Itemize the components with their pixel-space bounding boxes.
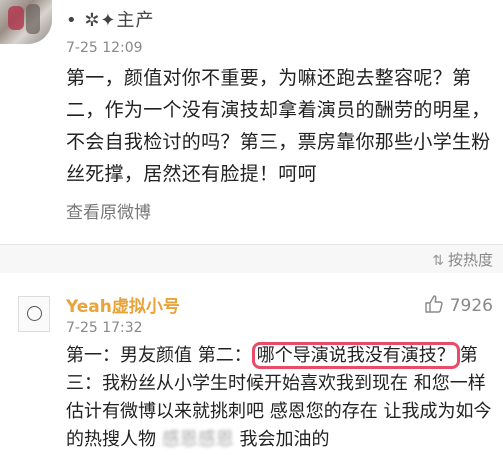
- avatar[interactable]: [0, 0, 52, 44]
- comment-text: 第一，颜值对你不重要，为嘛还跑去整容呢？第二，作为一个没有演技却拿着演员的酬劳的…: [66, 67, 491, 185]
- username[interactable]: • ✲⁢✦主产: [66, 6, 155, 32]
- view-original-link[interactable]: 查看原微博: [66, 198, 151, 223]
- comment-text-part: 我会加油的: [233, 429, 330, 450]
- sort-icon: ⇅: [432, 253, 444, 269]
- avatar[interactable]: [18, 296, 50, 332]
- sort-label: 按热度: [447, 251, 493, 269]
- highlighted-text: 哪个导演说我没有演技？: [251, 342, 460, 369]
- thumbs-up-icon: [425, 295, 443, 313]
- comment-text-part: 第一：男友颜值 第二：: [66, 345, 252, 366]
- blurred-text: 感恩感恩: [161, 429, 234, 450]
- like-button[interactable]: 7926: [424, 294, 493, 316]
- comment-time: 7-25 17:32: [66, 320, 143, 336]
- sort-bar: [0, 245, 503, 273]
- comment-text: 第一：男友颜值 第二： 哪个导演说我没有演技？ 第三：我粉丝从小学生时候开始喜欢我到…: [66, 342, 498, 454]
- like-count: 7926: [449, 296, 493, 316]
- comment-time: 7-25 12:09: [66, 40, 143, 56]
- sort-by-hot-button[interactable]: ⇅ 按热度: [432, 249, 493, 270]
- username[interactable]: Yeah虚拟小号: [66, 292, 180, 317]
